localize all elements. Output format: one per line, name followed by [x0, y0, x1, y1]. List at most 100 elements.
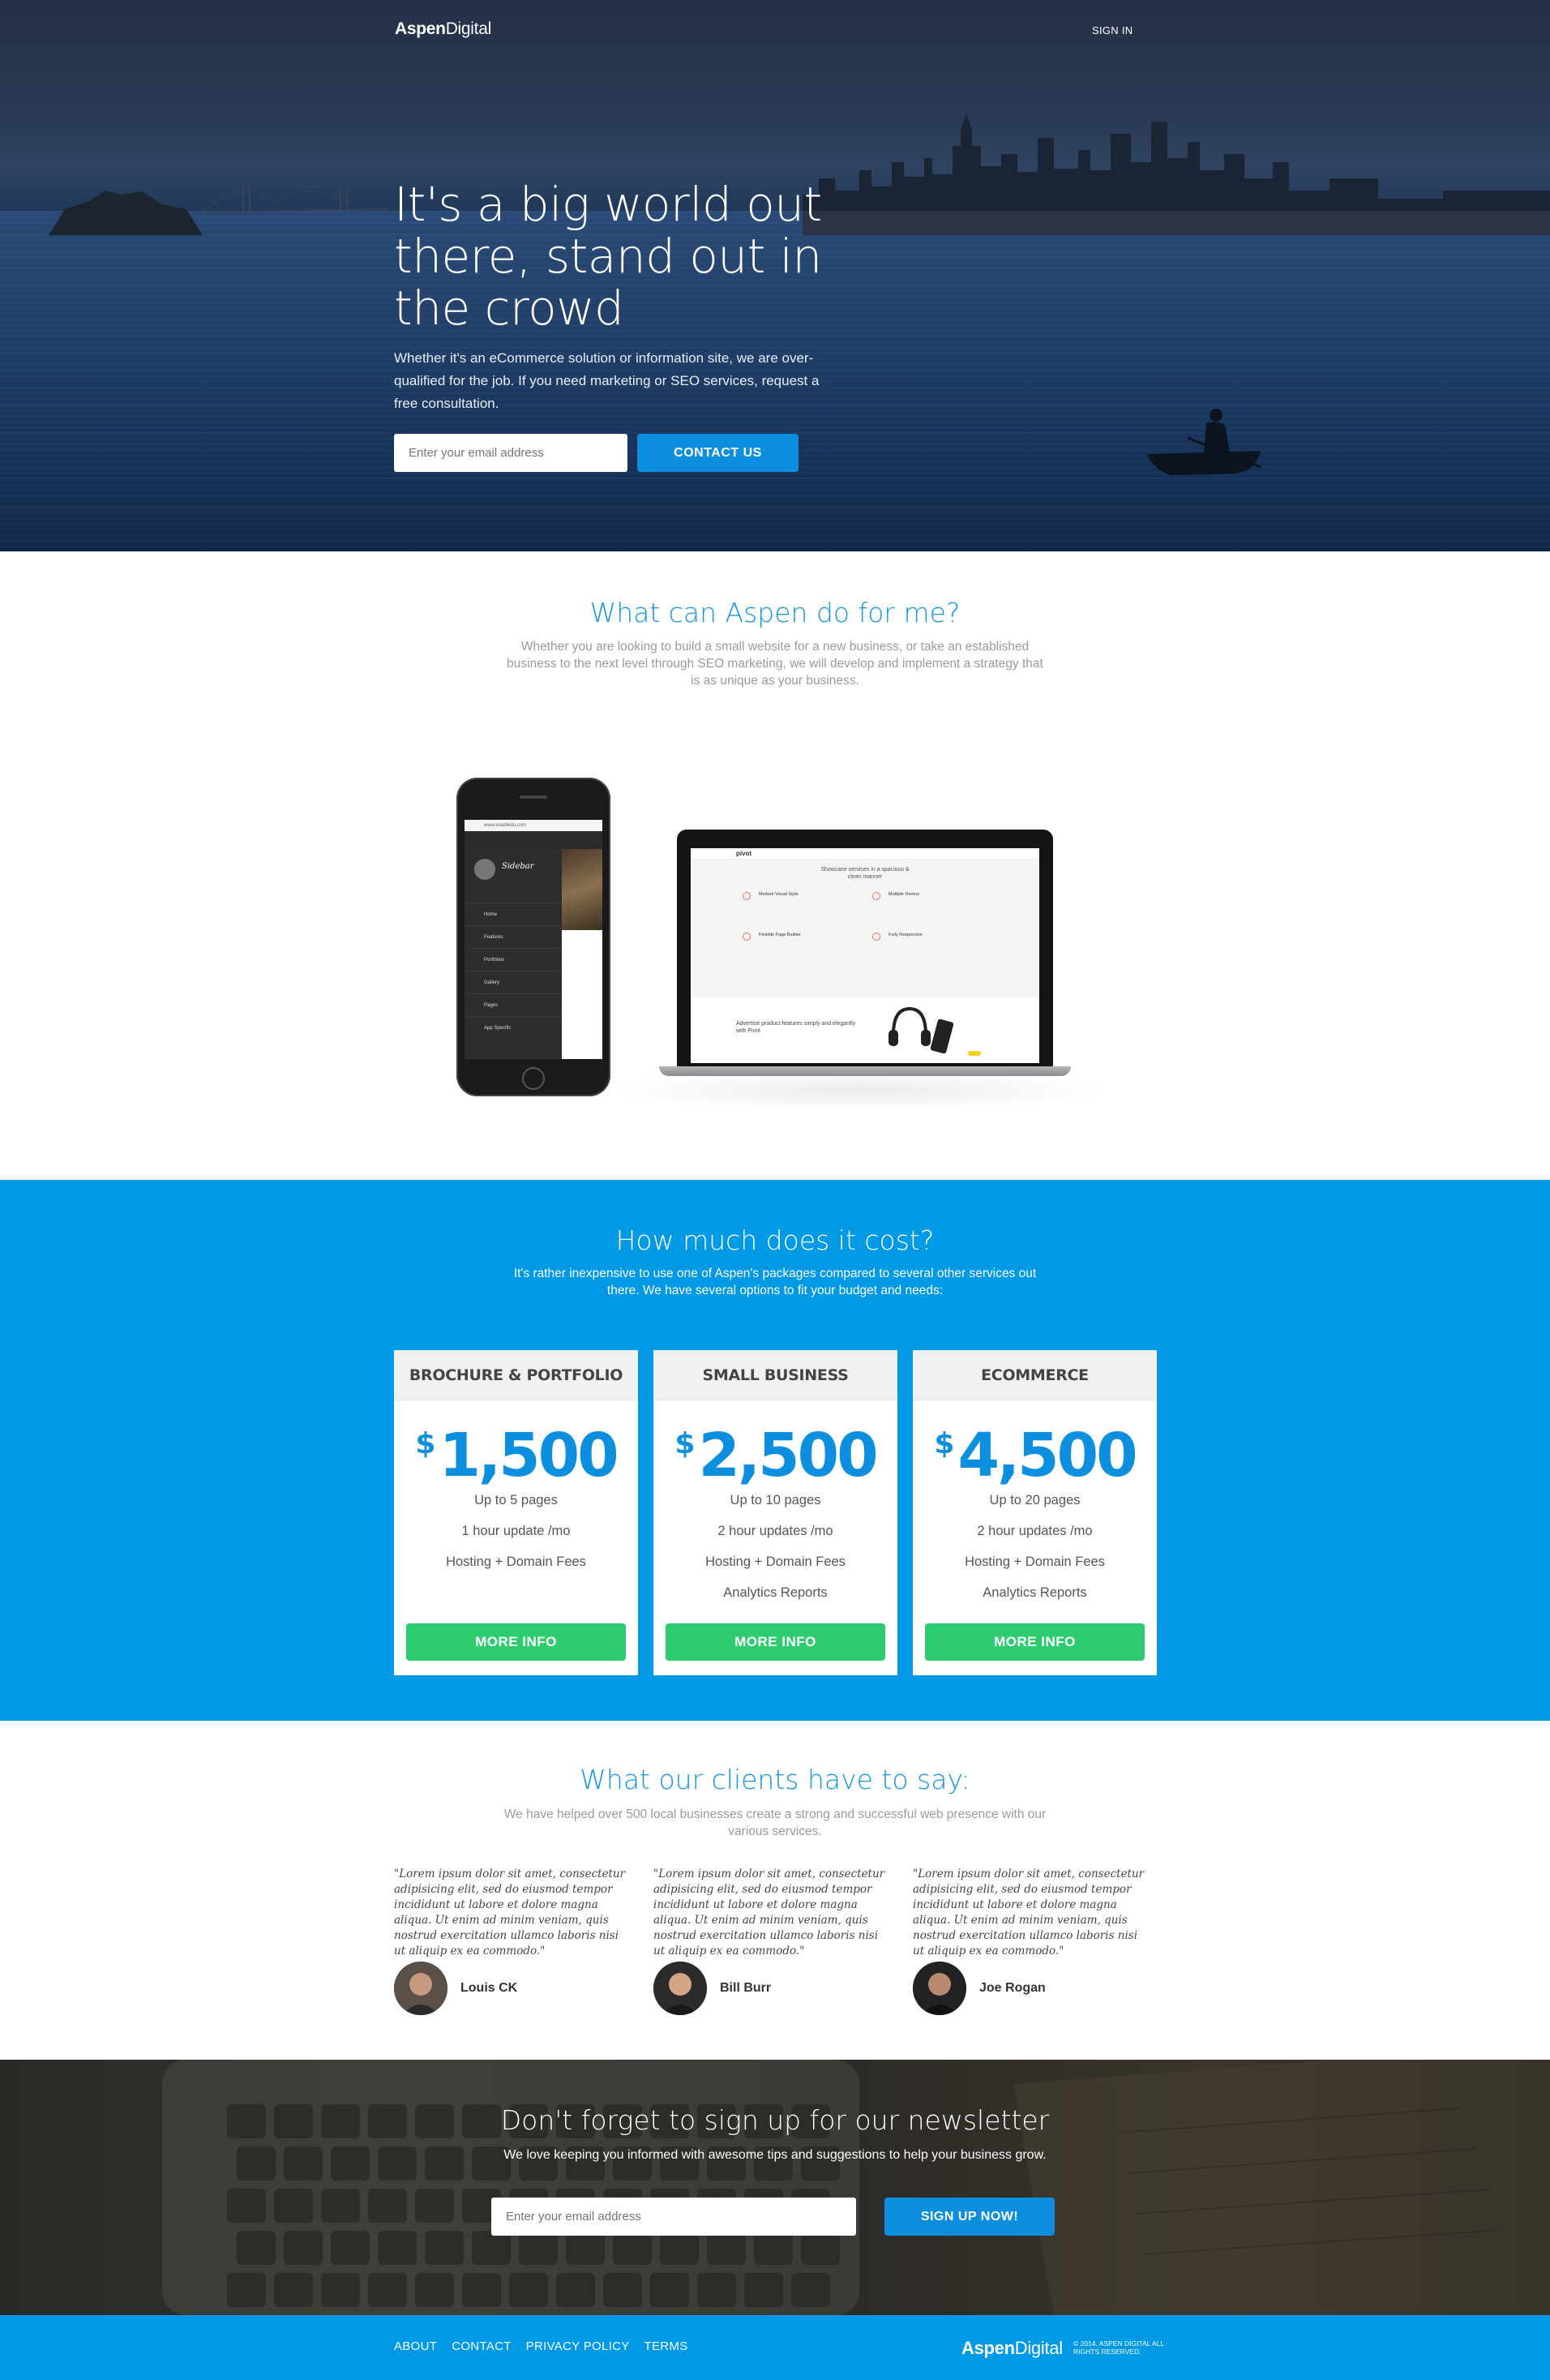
- plan-name: ECOMMERCE: [913, 1350, 1157, 1400]
- phone-menu-item: Home: [465, 903, 562, 925]
- logo-light-text: Digital: [445, 19, 492, 38]
- currency-symbol: $: [415, 1427, 436, 1460]
- keyboard-key: [603, 2273, 642, 2307]
- plan-feature: 2 hour updates /mo: [717, 1524, 833, 1538]
- price-amount: 4,500: [957, 1421, 1137, 1490]
- feature-icon: [743, 892, 751, 900]
- logo-bold-text: Aspen: [395, 19, 446, 38]
- hero-lead-text: Whether it's an eCommerce solution or in…: [394, 350, 820, 411]
- keyboard-key: [425, 2231, 464, 2265]
- keyboard-key: [707, 2231, 746, 2265]
- services-title: What can Aspen do for me?: [589, 597, 961, 628]
- keyboard-key: [331, 2231, 370, 2265]
- keyboard-key: [801, 2231, 840, 2265]
- header-logo[interactable]: AspenDigital: [395, 19, 491, 39]
- hero-section: AspenDigital SIGN IN It's a big world ou…: [0, 0, 1550, 551]
- keyboard-key: [519, 2231, 558, 2265]
- keyboard-key: [237, 2146, 276, 2181]
- footer-link-contact[interactable]: CONTACT: [452, 2339, 511, 2353]
- more-info-button[interactable]: MORE INFO: [925, 1623, 1145, 1661]
- newsletter-email-input[interactable]: [491, 2198, 856, 2236]
- pricing-title: How much does it cost?: [615, 1224, 935, 1256]
- keyboard-key: [368, 2273, 407, 2307]
- logo-light-text: Digital: [1014, 2338, 1063, 2358]
- price-amount: 1,500: [439, 1421, 619, 1490]
- keyboard-key: [321, 2273, 360, 2307]
- testimonial-quote: "Lorem ipsum dolor sit amet, consectetur…: [653, 1868, 885, 1958]
- footer-link-terms[interactable]: TERMS: [644, 2339, 688, 2353]
- copyright-text: © 2014. ASPEN DIGITAL ALL RIGHTS RESERVE…: [1073, 2339, 1164, 2356]
- keyboard-key: [227, 2189, 266, 2223]
- sign-in-link[interactable]: SIGN IN: [1092, 24, 1133, 36]
- device-mockup-image: www.enabledo.com Sidebar Home Features Por…: [454, 770, 1111, 1111]
- more-info-button[interactable]: MORE INFO: [406, 1623, 626, 1661]
- keyboard-key: [650, 2273, 689, 2307]
- hero-title: It's a big world out there, stand out in…: [394, 177, 822, 336]
- feature-icon: [743, 933, 751, 941]
- plan-name: BROCHURE & PORTFOLIO: [394, 1350, 638, 1400]
- phone-menu-item: Features: [465, 925, 562, 948]
- currency-symbol: $: [934, 1427, 955, 1460]
- hero-email-input[interactable]: [394, 434, 627, 472]
- keyboard-key: [472, 2231, 511, 2265]
- contact-us-button[interactable]: CONTACT US: [637, 434, 799, 472]
- pricing-card-ecommerce: ECOMMERCE $4,500 Up to 20 pages 2 hour u…: [913, 1350, 1157, 1675]
- currency-symbol: $: [674, 1427, 696, 1460]
- keyboard-key: [509, 2273, 548, 2307]
- avatar: [913, 1962, 966, 2015]
- keyboard-key: [791, 2273, 830, 2307]
- footer-logo[interactable]: AspenDigital: [961, 2338, 1063, 2359]
- author-name: Louis CK: [460, 1981, 518, 1995]
- more-info-button[interactable]: MORE INFO: [666, 1623, 885, 1661]
- plan-feature: Hosting + Domain Fees: [705, 1555, 846, 1569]
- testimonial-author: Bill Burr: [653, 1962, 771, 2015]
- price-amount: 2,500: [698, 1421, 878, 1490]
- keyboard-key: [237, 2231, 276, 2265]
- pricing-subtitle: It's rather inexpensive to use one of As…: [513, 1267, 1037, 1297]
- newsletter-section: Don't forget to sign up for our newslett…: [0, 2060, 1550, 2315]
- plan-price: $1,500: [394, 1410, 638, 1490]
- laptop-headline: Showcase services in a spacious & clean …: [820, 867, 910, 880]
- laptop-mockup: pivot Showcase services in a spacious & …: [677, 830, 1053, 1066]
- testimonial-author: Joe Rogan: [913, 1962, 1046, 2015]
- keyboard-key: [566, 2231, 605, 2265]
- newsletter-subtitle: We love keeping you informed with awesom…: [503, 2148, 1047, 2162]
- keyboard-key: [284, 2231, 323, 2265]
- author-name: Bill Burr: [720, 1981, 772, 1995]
- keyboard-key: [754, 2231, 793, 2265]
- laptop-feature-item: Multiple Demos: [869, 892, 999, 933]
- keyboard-key: [660, 2231, 699, 2265]
- keyboard-key: [368, 2189, 407, 2223]
- keyboard-key: [378, 2231, 417, 2265]
- headphones-icon: [888, 1006, 931, 1046]
- keyboard-key: [274, 2189, 313, 2223]
- testimonial-quote: "Lorem ipsum dolor sit amet, consectetur…: [394, 1868, 626, 1958]
- phone-mockup: www.enabledo.com Sidebar Home Features Por…: [456, 778, 610, 1096]
- avatar: [653, 1962, 707, 2015]
- sign-up-button[interactable]: SIGN UP NOW!: [884, 2198, 1055, 2236]
- laptop-feature-item: Modern Visual Style: [739, 892, 869, 933]
- pricing-section: How much does it cost? It's rather inexp…: [0, 1180, 1550, 1721]
- footer: ABOUT CONTACT PRIVACY POLICY TERMS Aspen…: [0, 2315, 1550, 2380]
- avatar: [394, 1962, 447, 2015]
- testimonial-author: Louis CK: [394, 1962, 517, 2015]
- keyboard-key: [613, 2231, 652, 2265]
- pricing-card-small-business: SMALL BUSINESS $2,500 Up to 10 pages 2 h…: [653, 1350, 897, 1675]
- author-name: Joe Rogan: [979, 1981, 1046, 1995]
- newsletter-title: Don't forget to sign up for our newslett…: [500, 2104, 1050, 2136]
- keyboard-key: [462, 2273, 501, 2307]
- phone-url-bar: www.enabledo.com: [465, 820, 602, 831]
- keyboard-key: [415, 2189, 454, 2223]
- footer-link-privacy-policy[interactable]: PRIVACY POLICY: [526, 2339, 630, 2353]
- testimonial-quote: "Lorem ipsum dolor sit amet, consectetur…: [913, 1868, 1145, 1958]
- plan-feature: 1 hour update /mo: [461, 1524, 571, 1538]
- plan-feature: Analytics Reports: [723, 1585, 828, 1600]
- keyboard-key: [744, 2273, 783, 2307]
- phone-menu-item: Portfolios: [465, 948, 562, 971]
- plan-feature: Hosting + Domain Fees: [446, 1555, 586, 1569]
- laptop-site-brand: pivot: [736, 850, 752, 857]
- plan-price: $4,500: [913, 1410, 1157, 1490]
- laptop-feature-item: Fully Responsive: [869, 933, 999, 973]
- footer-link-about[interactable]: ABOUT: [394, 2339, 437, 2353]
- services-subtitle: Whether you are looking to build a small…: [507, 640, 1043, 688]
